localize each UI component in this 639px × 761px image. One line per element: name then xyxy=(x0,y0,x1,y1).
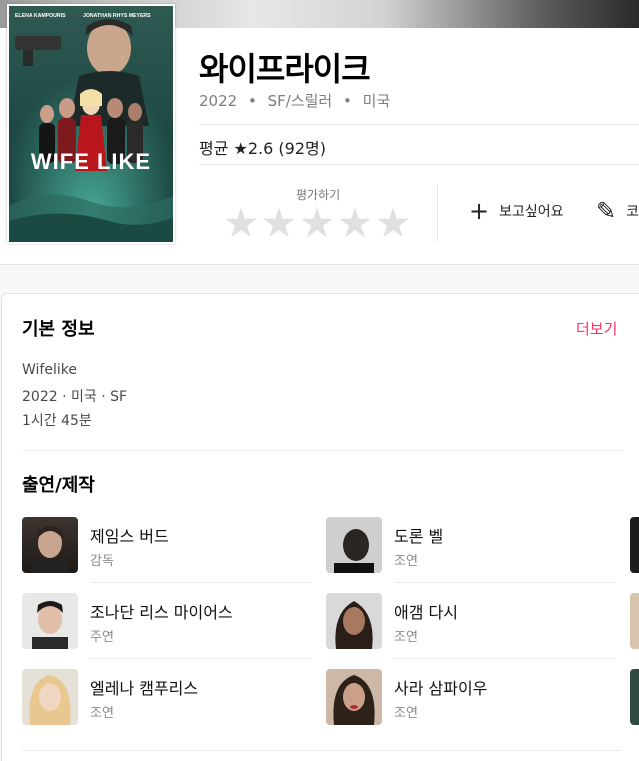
cast-item-partial[interactable] xyxy=(630,593,639,649)
comment-label: 코 xyxy=(626,204,639,220)
meta-separator: • xyxy=(247,92,257,110)
year-country-genre: 2022 · 미국 · SF xyxy=(22,389,128,405)
movie-title: 와이프라이크 xyxy=(199,50,371,88)
original-title: Wifelike xyxy=(22,362,77,378)
person-role: 조연 xyxy=(394,630,418,645)
avatar xyxy=(22,517,78,573)
comment-button[interactable]: ✎ 코 xyxy=(596,197,639,225)
movie-meta: 2022 • SF/스릴러 • 미국 xyxy=(199,90,390,111)
poster-credit-right: JONATHAN RHYS MEYERS xyxy=(83,13,151,19)
cast-item[interactable]: 엘레나 캠푸리스 조연 xyxy=(22,669,322,725)
cast-item[interactable]: 제임스 버드 감독 xyxy=(22,517,322,573)
cast-item-partial[interactable] xyxy=(630,517,639,573)
section-divider xyxy=(22,450,622,451)
cast-item[interactable]: 사라 삼파이우 조연 xyxy=(326,669,626,725)
person-role: 감독 xyxy=(90,554,114,569)
star-icon[interactable]: ★ xyxy=(374,203,412,244)
cast-item[interactable]: 애갬 다시 조연 xyxy=(326,593,626,649)
avatar-face xyxy=(32,526,68,573)
avatar-face xyxy=(29,675,71,725)
header-divider xyxy=(199,124,639,125)
person-name: 도론 벨 xyxy=(394,527,444,546)
cast-heading: 출연/제작 xyxy=(22,475,95,496)
movie-year: 2022 xyxy=(199,92,238,110)
star-rating-input[interactable]: ★ ★ ★ ★ ★ xyxy=(222,203,412,244)
movie-poster[interactable]: ELENA KAMPOURIS JONATHAN RHYS MEYERS WIF… xyxy=(7,4,175,244)
want-to-watch-button[interactable]: + 보고싶어요 xyxy=(469,197,564,225)
row-divider xyxy=(394,582,616,583)
poster-artwork: ELENA KAMPOURIS JONATHAN RHYS MEYERS WIF… xyxy=(9,6,173,242)
avatar-face xyxy=(333,675,375,725)
meta-separator: • xyxy=(343,92,352,110)
plus-icon: + xyxy=(469,197,490,225)
star-icon[interactable]: ★ xyxy=(260,203,298,244)
person-name: 조나단 리스 마이어스 xyxy=(90,603,233,622)
section-divider xyxy=(22,750,622,751)
avatar-face xyxy=(32,601,68,649)
avatar xyxy=(326,593,382,649)
runtime: 1시간 45분 xyxy=(22,413,92,429)
basic-info-heading: 기본 정보 xyxy=(22,319,95,340)
cast-item-partial[interactable] xyxy=(630,669,639,725)
person-name: 사라 삼파이우 xyxy=(394,679,488,698)
movie-detail-page: ELENA KAMPOURIS JONATHAN RHYS MEYERS WIF… xyxy=(0,0,639,761)
person-role: 주연 xyxy=(90,630,114,645)
action-divider xyxy=(437,184,438,242)
person-role: 조연 xyxy=(394,706,418,721)
cast-item[interactable]: 조나단 리스 마이어스 주연 xyxy=(22,593,322,649)
star-icon[interactable]: ★ xyxy=(222,203,260,244)
average-rating: 평균 ★2.6 (92명) xyxy=(199,139,326,158)
star-icon[interactable]: ★ xyxy=(298,203,336,244)
more-link[interactable]: 더보기 xyxy=(576,318,617,339)
cast-item[interactable]: 도론 벨 조연 xyxy=(326,517,626,573)
content-card: 기본 정보 더보기 Wifelike 2022 · 미국 · SF 1시간 45… xyxy=(1,293,639,761)
row-divider xyxy=(394,658,616,659)
header-divider xyxy=(199,164,639,165)
avatar xyxy=(326,517,382,573)
pencil-icon: ✎ xyxy=(596,197,617,225)
star-icon[interactable]: ★ xyxy=(336,203,374,244)
want-to-watch-label: 보고싶어요 xyxy=(499,204,564,220)
row-divider xyxy=(90,582,312,583)
person-name: 제임스 버드 xyxy=(90,527,169,546)
avatar-face xyxy=(334,529,374,573)
row-divider xyxy=(90,658,312,659)
person-role: 조연 xyxy=(394,554,418,569)
person-name: 엘레나 캠푸리스 xyxy=(90,679,199,698)
poster-credit-left: ELENA KAMPOURIS xyxy=(15,13,66,19)
poster-logo: WIFE LIKE xyxy=(31,149,151,174)
avatar xyxy=(22,669,78,725)
movie-country: 미국 xyxy=(362,92,391,110)
movie-genre: SF/스릴러 xyxy=(267,92,333,110)
person-role: 조연 xyxy=(90,706,114,721)
avatar xyxy=(326,669,382,725)
person-name: 애갬 다시 xyxy=(394,603,458,622)
avatar xyxy=(22,593,78,649)
avatar-face xyxy=(335,601,373,649)
